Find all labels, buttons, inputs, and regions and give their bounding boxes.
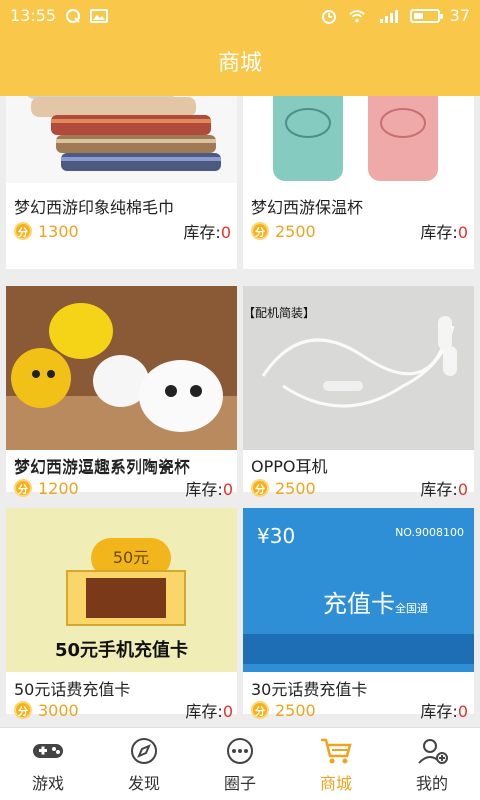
product-image-mugs bbox=[6, 286, 237, 450]
battery-icon bbox=[409, 8, 443, 23]
image-notification-icon bbox=[90, 7, 109, 25]
cart-icon bbox=[319, 736, 353, 766]
image-title: 充值卡 bbox=[323, 590, 395, 618]
product-price: 2500 bbox=[275, 221, 316, 241]
coin-icon: 分 bbox=[14, 222, 32, 240]
stock-label: 库存: bbox=[420, 223, 458, 242]
nav-item-mine[interactable]: 我的 bbox=[384, 728, 480, 800]
image-subtitle: 全国通 bbox=[395, 602, 428, 615]
image-amount: ¥30 bbox=[257, 524, 296, 548]
status-time: 13:55 bbox=[10, 6, 57, 25]
product-price: 1300 bbox=[38, 221, 79, 241]
coin-icon: 分 bbox=[251, 222, 269, 240]
product-name: 梦幻西游印象纯棉毛巾 bbox=[14, 198, 175, 217]
product-card[interactable]: 梦幻西游保温杯 分 2500 库存:0 bbox=[243, 96, 474, 269]
product-card[interactable]: 50元 50元手机充值卡 bbox=[6, 508, 237, 714]
page-title: 商城 bbox=[0, 32, 480, 96]
image-carrier-strip bbox=[243, 634, 474, 664]
product-grid[interactable]: 梦幻西游印象纯棉毛巾 分 1300 库存:0 梦幻西游保温杯 分 2500 库存… bbox=[0, 96, 480, 727]
product-image-card-50: 50元 50元手机充值卡 bbox=[6, 508, 237, 672]
product-card[interactable]: 【配机简装】 bbox=[243, 286, 474, 492]
nav-item-circle[interactable]: 圈子 bbox=[192, 728, 288, 800]
battery-level: 37 bbox=[449, 6, 470, 25]
product-card[interactable]: 梦幻西游印象纯棉毛巾 分 1300 库存:0 bbox=[6, 96, 237, 269]
product-image-thermos bbox=[243, 96, 474, 183]
alarm-icon bbox=[320, 7, 338, 25]
product-card[interactable]: 梦幻西游逗趣系列陶瓷杯 bbox=[6, 286, 237, 492]
product-name: 梦幻西游保温杯 bbox=[251, 198, 364, 217]
nav-label: 圈子 bbox=[223, 774, 256, 793]
nav-item-mall[interactable]: 商城 bbox=[288, 728, 384, 800]
nav-label: 我的 bbox=[415, 774, 448, 793]
user-add-icon bbox=[415, 736, 449, 766]
q-app-icon bbox=[64, 7, 82, 25]
product-image-towels bbox=[6, 96, 237, 183]
stock-value: 0 bbox=[220, 223, 231, 242]
image-serial: NO.9008100 bbox=[395, 526, 464, 539]
nav-label: 商城 bbox=[319, 774, 352, 793]
nav-label: 发现 bbox=[127, 774, 160, 793]
nav-item-discover[interactable]: 发现 bbox=[96, 728, 192, 800]
stock-label: 库存: bbox=[183, 223, 221, 242]
image-card-slot bbox=[86, 578, 166, 618]
compass-icon bbox=[127, 736, 161, 766]
product-image-card-30: ¥30 NO.9008100 充值卡 全国通 bbox=[243, 508, 474, 672]
image-tag: 【配机简装】 bbox=[243, 306, 316, 320]
nav-item-games[interactable]: 游戏 bbox=[0, 728, 96, 800]
gamepad-icon bbox=[31, 736, 65, 766]
chat-bubble-icon bbox=[223, 736, 257, 766]
wifi-icon bbox=[348, 7, 366, 25]
cell-signal-icon bbox=[376, 7, 400, 25]
image-caption: 50元手机充值卡 bbox=[54, 640, 189, 661]
product-card[interactable]: ¥30 NO.9008100 充值卡 全国通 bbox=[243, 508, 474, 714]
status-bar: 13:55 37 bbox=[0, 0, 480, 32]
stock-value: 0 bbox=[457, 223, 468, 242]
product-image-earphones: 【配机简装】 bbox=[243, 286, 474, 450]
product-name: 梦幻西游逗趣系列陶瓷杯 bbox=[14, 458, 191, 477]
bottom-nav: 游戏 发现 圈子 商城 我的 bbox=[0, 727, 480, 800]
nav-label: 游戏 bbox=[31, 774, 64, 793]
